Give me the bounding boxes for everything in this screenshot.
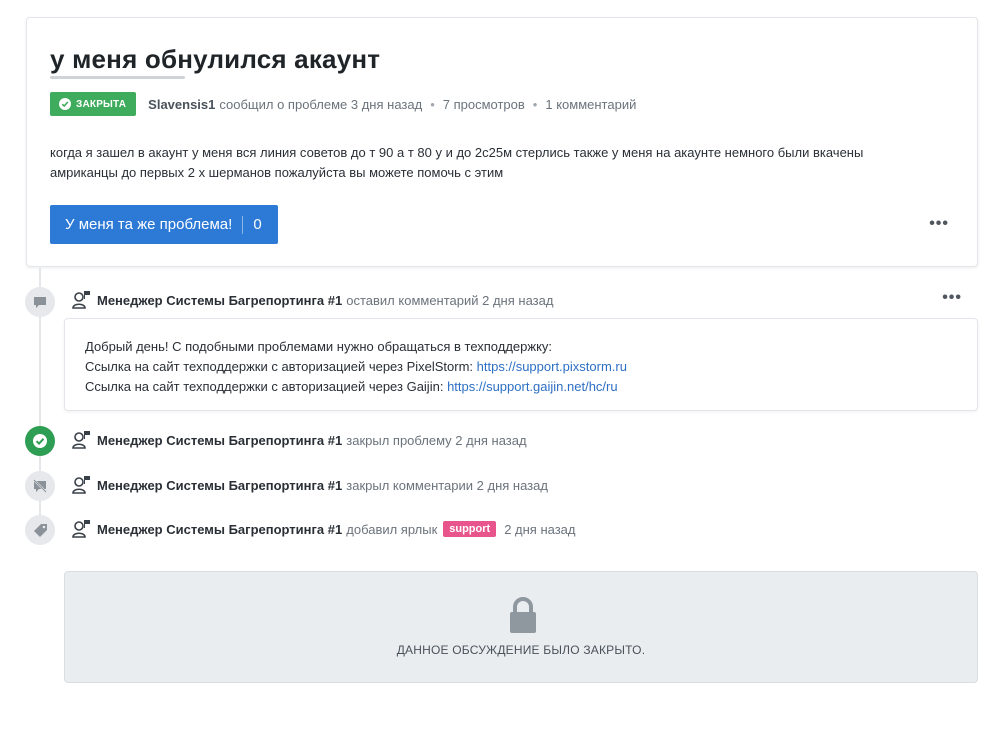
actor-name[interactable]: Менеджер Системы Багрепортинга #1 — [97, 478, 342, 493]
comment-line: Ссылка на сайт техподдержки с авторизаци… — [85, 357, 957, 377]
pixstorm-support-link[interactable]: https://support.pixstorm.ru — [477, 359, 627, 374]
status-label: ЗАКРЫТА — [76, 98, 127, 110]
me-too-count: 0 — [253, 216, 262, 233]
gaijin-support-link[interactable]: https://support.gaijin.net/hc/ru — [447, 379, 618, 394]
comment-slash-icon — [25, 471, 55, 501]
comment-more-button[interactable]: ••• — [942, 289, 962, 307]
me-too-label: У меня та же проблема! — [65, 216, 233, 233]
status-badge: ЗАКРЫТА — [50, 92, 137, 116]
comment-link-label: Ссылка на сайт техподдержки с авторизаци… — [85, 379, 444, 394]
me-too-button[interactable]: У меня та же проблема! 0 — [50, 205, 278, 244]
event-action: оставил комментарий 2 дня назад — [346, 292, 554, 308]
button-separator — [242, 215, 244, 234]
title-underline — [50, 76, 185, 79]
comment-line: Добрый день! С подобными проблемами нужн… — [85, 339, 553, 354]
event-action: закрыл комментарии 2 дня назад — [346, 477, 548, 493]
issue-body-line: амриканцы до первых 2 х шерманов пожалуй… — [50, 165, 504, 180]
actor-name[interactable]: Менеджер Системы Багрепортинга #1 — [97, 433, 342, 448]
comment-link-label: Ссылка на сайт техподдержки с авторизаци… — [85, 359, 474, 374]
tag-icon — [25, 515, 55, 545]
check-circle-icon — [59, 98, 71, 110]
views-count: 7 просмотров — [442, 96, 525, 112]
locked-event: Менеджер Системы Багрепортинга #1 закрыл… — [71, 475, 548, 495]
closed-notice-text: ДАННОЕ ОБСУЖДЕНИЕ БЫЛО ЗАКРЫТО. — [396, 643, 646, 657]
issue-more-button[interactable]: ••• — [929, 215, 949, 233]
issue-card: у меня обнулился акаунт ЗАКРЫТА Slavensi… — [26, 17, 978, 267]
label-event: Менеджер Системы Багрепортинга #1 добави… — [71, 519, 576, 539]
manager-avatar-icon — [71, 290, 91, 310]
manager-avatar-icon — [71, 519, 91, 539]
closed-notice: ДАННОЕ ОБСУЖДЕНИЕ БЫЛО ЗАКРЫТО. — [64, 571, 978, 683]
event-action: закрыл проблему 2 дня назад — [346, 432, 527, 448]
issue-body-line: когда я зашел в акаунт у меня вся линия … — [50, 145, 864, 160]
comments-count: 1 комментарий — [545, 96, 637, 112]
author-link[interactable]: Slavensis1 — [148, 97, 215, 112]
actor-name[interactable]: Менеджер Системы Багрепортинга #1 — [97, 522, 342, 537]
lock-icon — [508, 596, 538, 639]
issue-title: у меня обнулился акаунт — [50, 44, 381, 74]
comment-event: Менеджер Системы Багрепортинга #1 остави… — [71, 290, 553, 310]
meta-separator: • — [532, 96, 538, 112]
manager-avatar-icon — [71, 475, 91, 495]
event-action: добавил ярлык — [346, 521, 438, 537]
comment-body: Добрый день! С подобными проблемами нужн… — [64, 318, 978, 411]
issue-body: когда я зашел в акаунт у меня вся линия … — [50, 143, 930, 183]
closed-event: Менеджер Системы Багрепортинга #1 закрыл… — [71, 430, 527, 450]
reported-text: сообщил о проблеме 3 дня назад — [219, 96, 423, 112]
comment-icon — [25, 287, 55, 317]
issue-meta: ЗАКРЫТА Slavensis1 сообщил о проблеме 3 … — [50, 92, 636, 116]
check-icon — [25, 426, 55, 456]
support-label[interactable]: support — [443, 521, 497, 537]
comment-line: Ссылка на сайт техподдержки с авторизаци… — [85, 377, 957, 397]
actor-name[interactable]: Менеджер Системы Багрепортинга #1 — [97, 293, 342, 308]
manager-avatar-icon — [71, 430, 91, 450]
meta-separator: • — [430, 96, 435, 112]
event-time: 2 дня назад — [504, 521, 576, 537]
